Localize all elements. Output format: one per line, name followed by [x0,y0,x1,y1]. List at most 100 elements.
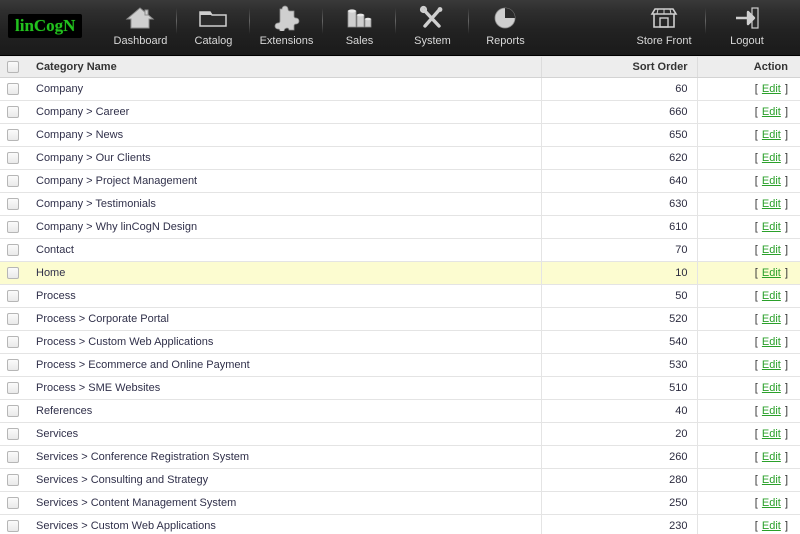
bracket-open: [ [754,497,758,509]
nav-item-sales[interactable]: Sales [323,0,395,55]
edit-link[interactable]: Edit [761,129,782,141]
bracket-close: ] [784,106,788,118]
nav-item-dashboard[interactable]: Dashboard [104,0,176,55]
storefront-icon [647,4,681,32]
table-row[interactable]: Process > Ecommerce and Online Payment 53… [0,353,800,377]
table-row[interactable]: Company > Our Clients 620 [ Edit ] [0,146,800,170]
row-checkbox[interactable] [7,382,19,395]
table-row[interactable]: References 40 [ Edit ] [0,399,800,423]
table-row[interactable]: Services 20 [ Edit ] [0,422,800,446]
bracket-close: ] [784,83,788,95]
bracket-close: ] [784,198,788,210]
nav-item-reports[interactable]: Reports [469,0,541,55]
row-select-cell [0,422,27,446]
edit-link[interactable]: Edit [761,428,782,440]
table-row[interactable]: Services > Consulting and Strategy 280 [ E… [0,468,800,492]
column-header-category-name[interactable]: Category Name [27,56,541,78]
nav-item-store-front[interactable]: Store Front [623,0,705,55]
category-name-cell: Company > Our Clients [27,146,541,170]
row-select-cell [0,284,27,308]
row-checkbox[interactable] [7,175,19,188]
table-row[interactable]: Company > Why linCogN Design 610 [ Edit ] [0,215,800,239]
sort-order-cell: 520 [540,307,697,331]
table-row[interactable]: Process > Corporate Portal 520 [ Edit ] [0,307,800,331]
sort-order-cell: 610 [540,215,697,239]
bracket-close: ] [784,451,788,463]
table-row[interactable]: Services > Custom Web Applications 230 [ E… [0,514,800,534]
row-checkbox[interactable] [7,290,19,303]
row-checkbox[interactable] [7,428,19,441]
sort-order-cell: 60 [540,77,697,101]
row-checkbox[interactable] [7,83,19,96]
bracket-open: [ [754,83,758,95]
edit-link[interactable]: Edit [761,83,782,95]
site-logo[interactable]: linCogN [8,14,83,38]
nav-item-catalog[interactable]: Catalog [177,0,249,55]
row-checkbox[interactable] [7,313,19,326]
table-row[interactable]: Company 60 [ Edit ] [0,77,800,101]
table-row[interactable]: Contact 70 [ Edit ] [0,238,800,262]
edit-link[interactable]: Edit [761,359,782,371]
bracket-open: [ [754,244,758,256]
row-checkbox[interactable] [7,474,19,487]
edit-link[interactable]: Edit [761,244,782,256]
edit-link[interactable]: Edit [761,267,782,279]
nav-item-label: Extensions [259,35,314,47]
action-cell: [ Edit ] [696,238,800,262]
table-row[interactable]: Company > News 650 [ Edit ] [0,123,800,147]
table-row[interactable]: Process > SME Websites 510 [ Edit ] [0,376,800,400]
edit-link[interactable]: Edit [761,405,782,417]
action-links: [ Edit ] [755,497,788,509]
category-name-cell: Services > Custom Web Applications [27,514,541,534]
row-checkbox[interactable] [7,267,19,280]
row-select-cell [0,514,27,534]
table-header: Category Name Sort Order Action [0,56,800,78]
row-checkbox[interactable] [7,221,19,234]
table-row[interactable]: Company > Career 660 [ Edit ] [0,100,800,124]
row-checkbox[interactable] [7,336,19,349]
edit-link[interactable]: Edit [761,106,782,118]
edit-link[interactable]: Edit [761,336,782,348]
row-checkbox[interactable] [7,244,19,257]
edit-link[interactable]: Edit [761,152,782,164]
edit-link[interactable]: Edit [761,497,782,509]
action-links: [ Edit ] [755,520,788,532]
edit-link[interactable]: Edit [761,198,782,210]
row-select-cell [0,192,27,216]
row-checkbox[interactable] [7,359,19,372]
table-row[interactable]: Process 50 [ Edit ] [0,284,800,308]
edit-link[interactable]: Edit [761,175,782,187]
table-row[interactable]: Process > Custom Web Applications 540 [ Ed… [0,330,800,354]
table-row[interactable]: Home 10 [ Edit ] [0,261,800,285]
edit-link[interactable]: Edit [761,221,782,233]
category-name-cell: Process > Corporate Portal [27,307,541,331]
row-checkbox[interactable] [7,106,19,119]
row-checkbox[interactable] [7,520,19,533]
table-row[interactable]: Services > Conference Registration Syste… [0,445,800,469]
bracket-close: ] [784,497,788,509]
row-checkbox[interactable] [7,405,19,418]
edit-link[interactable]: Edit [761,520,782,532]
select-all-checkbox[interactable] [7,61,19,74]
column-header-sort-order[interactable]: Sort Order [540,56,697,78]
house-icon [123,4,157,32]
row-checkbox[interactable] [7,129,19,142]
edit-link[interactable]: Edit [761,451,782,463]
bracket-open: [ [754,129,758,141]
table-row[interactable]: Services > Content Management System 250 [… [0,491,800,515]
edit-link[interactable]: Edit [761,313,782,325]
edit-link[interactable]: Edit [761,382,782,394]
table-row[interactable]: Company > Project Management 640 [ Edit ] [0,169,800,193]
bracket-close: ] [784,290,788,302]
edit-link[interactable]: Edit [761,474,782,486]
row-checkbox[interactable] [7,451,19,464]
edit-link[interactable]: Edit [761,290,782,302]
row-checkbox[interactable] [7,497,19,510]
table-row[interactable]: Company > Testimonials 630 [ Edit ] [0,192,800,216]
nav-item-system[interactable]: System [396,0,468,55]
nav-item-logout[interactable]: Logout [706,0,788,55]
nav-item-extensions[interactable]: Extensions [250,0,322,55]
bracket-open: [ [754,359,758,371]
row-checkbox[interactable] [7,198,19,211]
row-checkbox[interactable] [7,152,19,165]
